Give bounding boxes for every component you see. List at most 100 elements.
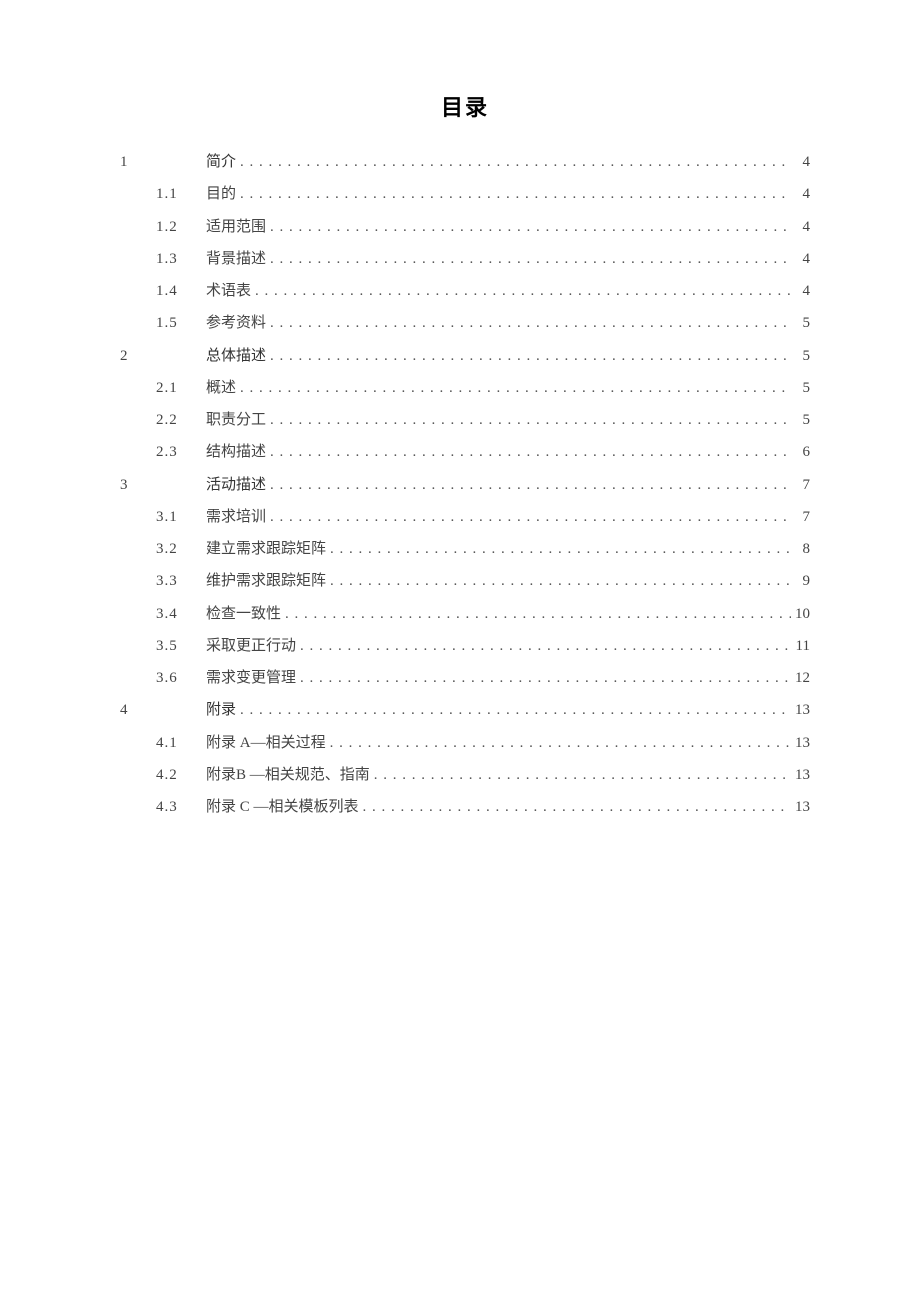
toc-page-number: 4 <box>792 178 810 210</box>
toc-dot-leader <box>300 662 791 694</box>
toc-entry: 2.3结构描述6 <box>120 436 810 468</box>
toc-entry-title: 附录 A—相关过程 <box>206 727 330 759</box>
toc-dot-leader <box>330 727 791 759</box>
toc-entry-title: 术语表 <box>206 275 255 307</box>
toc-subsection-number: 2.1 <box>156 372 206 404</box>
toc-entry-title: 维护需求跟踪矩阵 <box>206 565 330 597</box>
toc-dot-leader <box>374 759 791 791</box>
toc-entry-title: 背景描述 <box>206 243 270 275</box>
toc-entry-title: 活动描述 <box>206 469 270 501</box>
toc-entry-title: 附录 <box>206 694 240 726</box>
toc-dot-leader <box>330 565 792 597</box>
toc-subsection-number: 3.1 <box>156 501 206 533</box>
toc-entry-title: 附录B —相关规范、指南 <box>206 759 374 791</box>
toc-dot-leader <box>240 694 791 726</box>
toc-entry: 4 附录 13 <box>120 694 810 726</box>
toc-page-number: 13 <box>791 759 810 791</box>
toc-page-number: 7 <box>792 469 810 501</box>
toc-entry: 1.5参考资料 5 <box>120 307 810 339</box>
toc-page-number: 11 <box>792 630 810 662</box>
toc-section-number: 1 <box>120 146 156 178</box>
toc-dot-leader <box>300 630 792 662</box>
toc-entry: 4.3附录 C —相关模板列表 13 <box>120 791 810 823</box>
toc-entry-title: 检查一致性 <box>206 598 285 630</box>
toc-page-number: 4 <box>792 243 810 275</box>
toc-dot-leader <box>270 243 792 275</box>
toc-dot-leader <box>270 469 792 501</box>
toc-page-number: 5 <box>792 340 810 372</box>
toc-entry: 3 活动描述 7 <box>120 469 810 501</box>
toc-subsection-number: 1.1 <box>156 178 206 210</box>
toc-page-number: 5 <box>792 404 810 436</box>
toc-page-number: 13 <box>791 727 810 759</box>
toc-entry-title: 职责分工 <box>206 404 270 436</box>
toc-entry: 3.6需求变更管理 12 <box>120 662 810 694</box>
toc-entry: 3.1需求培训 7 <box>120 501 810 533</box>
toc-entry-title: 简介 <box>206 146 240 178</box>
toc-entry-title: 需求变更管理 <box>206 662 300 694</box>
toc-subsection-number: 1.4 <box>156 275 206 307</box>
toc-subsection-number: 3.5 <box>156 630 206 662</box>
toc-subsection-number: 4.3 <box>156 791 206 823</box>
toc-entry: 3.2建立需求跟踪矩阵 8 <box>120 533 810 565</box>
toc-subsection-number: 1.5 <box>156 307 206 339</box>
toc-page-number: 13 <box>791 791 810 823</box>
toc-subsection-number: 4.2 <box>156 759 206 791</box>
toc-entry: 1.3背景描述 4 <box>120 243 810 275</box>
toc-entry-title: 参考资料 <box>206 307 270 339</box>
toc-page-number: 7 <box>792 501 810 533</box>
toc-entry: 3.4检查一致性10 <box>120 598 810 630</box>
toc-entry-title: 建立需求跟踪矩阵 <box>206 533 330 565</box>
toc-entry: 4.1附录 A—相关过程 13 <box>120 727 810 759</box>
toc-entry-title: 需求培训 <box>206 501 270 533</box>
toc-dot-leader <box>270 307 792 339</box>
toc-dot-leader <box>240 146 792 178</box>
toc-subsection-number: 3.4 <box>156 598 206 630</box>
toc-entry: 1简介4 <box>120 146 810 178</box>
toc-title: 目录 <box>120 90 810 122</box>
toc-subsection-number: 2.2 <box>156 404 206 436</box>
toc-subsection-number: 3.3 <box>156 565 206 597</box>
toc-section-number: 3 <box>120 469 156 501</box>
toc-subsection-number: 2.3 <box>156 436 206 468</box>
toc-dot-leader <box>270 436 792 468</box>
toc-dot-leader <box>270 404 792 436</box>
toc-entry-title: 附录 C —相关模板列表 <box>206 791 363 823</box>
toc-entry-title: 总体描述 <box>206 340 270 372</box>
toc-entry: 4.2附录B —相关规范、指南 13 <box>120 759 810 791</box>
toc-entry-title: 概述 <box>206 372 240 404</box>
toc-section-number: 2 <box>120 340 156 372</box>
toc-subsection-number: 1.3 <box>156 243 206 275</box>
toc-page-number: 12 <box>791 662 810 694</box>
toc-entry-title: 目的 <box>206 178 240 210</box>
toc-page-number: 6 <box>792 436 810 468</box>
toc-entry: 1.2适用范围4 <box>120 211 810 243</box>
toc-subsection-number: 4.1 <box>156 727 206 759</box>
toc-section-number: 4 <box>120 694 156 726</box>
toc-entry: 3.5采取更正行动 11 <box>120 630 810 662</box>
toc-entry: 1.4术语表 4 <box>120 275 810 307</box>
toc-page-number: 4 <box>792 275 810 307</box>
toc-entry-title: 适用范围 <box>206 211 270 243</box>
toc-dot-leader <box>270 501 792 533</box>
toc-entry: 2.2职责分工 5 <box>120 404 810 436</box>
toc-page-number: 8 <box>792 533 810 565</box>
toc-subsection-number: 3.6 <box>156 662 206 694</box>
toc-dot-leader <box>255 275 792 307</box>
toc-page-number: 5 <box>792 307 810 339</box>
toc-dot-leader <box>285 598 791 630</box>
toc-entry: 2.1概述 5 <box>120 372 810 404</box>
toc-entry: 3.3维护需求跟踪矩阵 9 <box>120 565 810 597</box>
toc-dot-leader <box>330 533 792 565</box>
toc-dot-leader <box>240 372 792 404</box>
toc-dot-leader <box>270 211 792 243</box>
toc-subsection-number: 3.2 <box>156 533 206 565</box>
toc-dot-leader <box>363 791 791 823</box>
toc-entry-title: 采取更正行动 <box>206 630 300 662</box>
toc-entry: 2 总体描述 5 <box>120 340 810 372</box>
toc-page-number: 5 <box>792 372 810 404</box>
toc-page-number: 9 <box>792 565 810 597</box>
toc-dot-leader <box>240 178 792 210</box>
toc-entry: 1.1目的 4 <box>120 178 810 210</box>
toc-page-number: 13 <box>791 694 810 726</box>
